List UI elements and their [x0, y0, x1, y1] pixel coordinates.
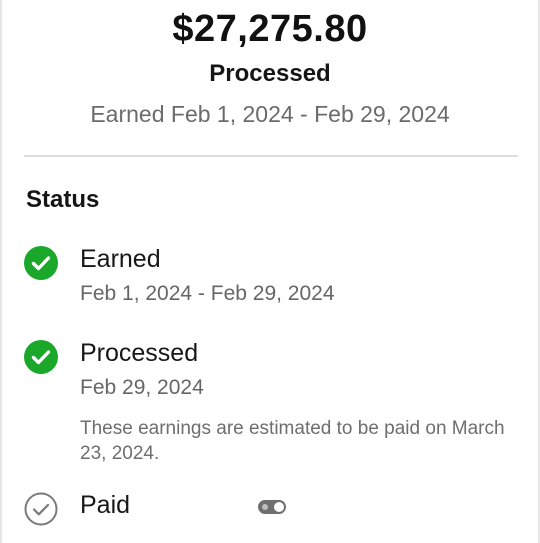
status-step-title: Processed — [80, 339, 199, 367]
toggle-dot — [262, 504, 268, 510]
status-section-title: Status — [26, 186, 100, 213]
earnings-status-label: Processed — [209, 60, 331, 87]
status-step-date: Feb 1, 2024 - Feb 29, 2024 — [80, 282, 335, 305]
earnings-period: Earned Feb 1, 2024 - Feb 29, 2024 — [90, 101, 450, 127]
payment-estimate-note: These earnings are estimated to be paid … — [80, 418, 505, 464]
status-step-title: Earned — [80, 245, 161, 273]
check-circle-outline-icon — [24, 492, 58, 526]
check-circle-icon — [24, 246, 58, 280]
section-divider — [24, 155, 518, 157]
status-step-date: Feb 29, 2024 — [80, 376, 204, 399]
status-step-title: Paid — [80, 491, 131, 519]
toggle-indicator-icon[interactable] — [258, 500, 286, 514]
toggle-knob — [274, 502, 284, 512]
check-circle-icon — [24, 340, 58, 374]
earnings-amount: $27,275.80 — [172, 8, 368, 50]
